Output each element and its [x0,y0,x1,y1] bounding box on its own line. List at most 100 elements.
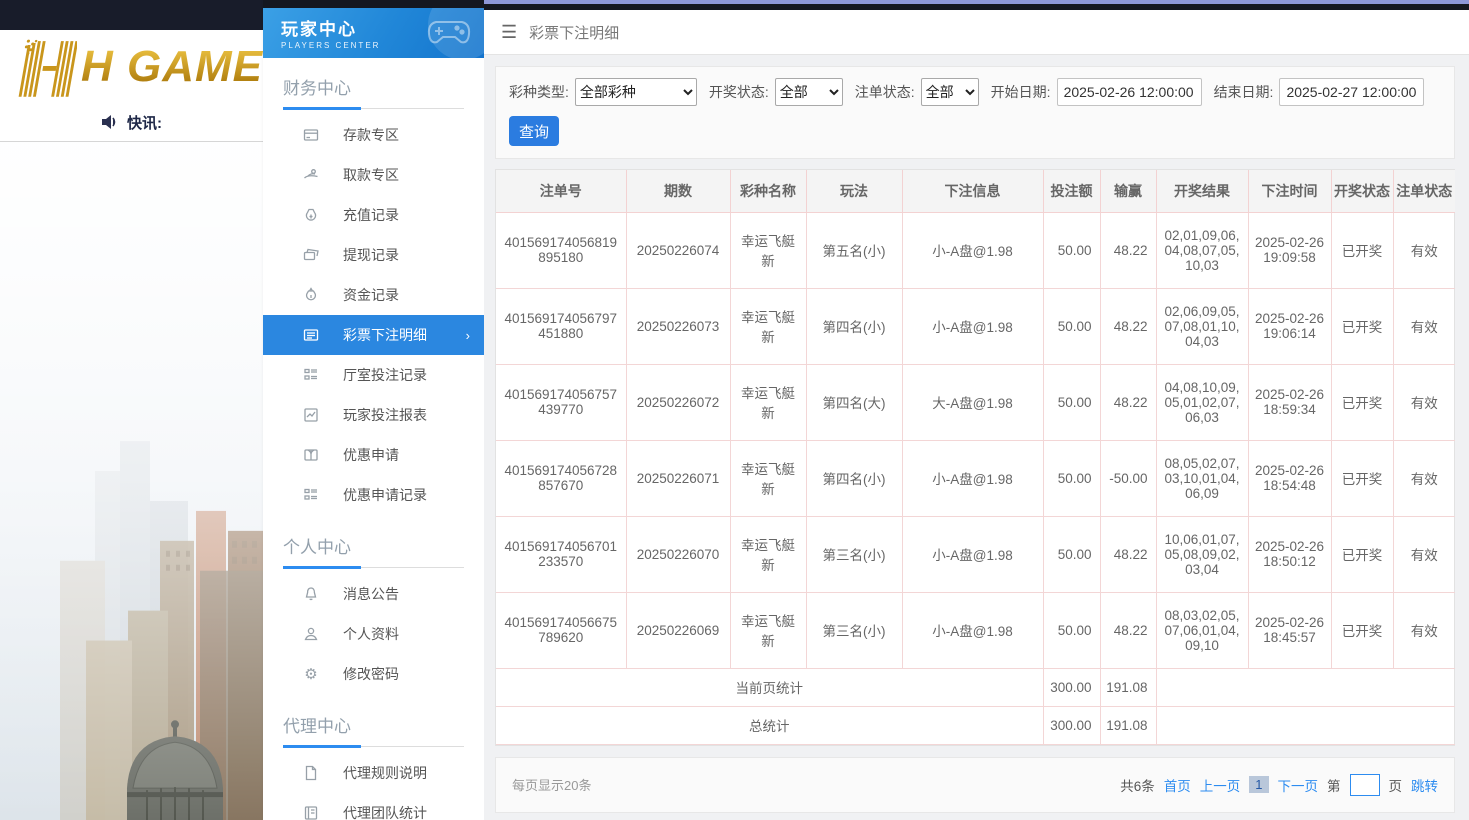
table-cell: 50.00 [1043,440,1100,516]
draw-status-select[interactable]: 全部 [775,78,843,106]
table-cell: 401569174056675789620 [496,592,626,668]
start-date-label: 开始日期: [991,82,1051,102]
document-icon [301,765,321,781]
table-header-cell: 开奖状态 [1331,170,1393,212]
table-cell: 401569174056701233570 [496,516,626,592]
gamepad-icon [426,14,472,48]
sidebar-top-strip [263,0,484,8]
background-cityscape-image [0,142,263,820]
table-cell: 已开奖 [1331,288,1393,364]
table-cell: 48.22 [1100,288,1156,364]
sidebar-item-label: 消息公告 [343,584,399,604]
promo-records-icon [301,487,321,503]
bet-details-icon [301,327,321,343]
moneybag-icon [301,207,321,223]
table-cell: 幸运飞艇新 [730,212,806,288]
goto-page-input[interactable] [1350,774,1380,796]
end-date-input[interactable] [1279,78,1424,106]
promo-icon [301,447,321,463]
next-page-link[interactable]: 下一页 [1278,775,1319,795]
table-cell: 幸运飞艇新 [730,516,806,592]
table-cell: 当前页统计 [496,668,1043,706]
end-date-label: 结束日期: [1214,82,1274,102]
table-cell: 20250226073 [626,288,730,364]
sidebar-item-announcements[interactable]: 消息公告 [263,574,484,614]
hall-records-icon [301,367,321,383]
table-header-cell: 开奖结果 [1156,170,1248,212]
sidebar-item-player-bet-report[interactable]: 玩家投注报表 [263,395,484,435]
deposit-card-icon [301,127,321,143]
table-cell: 191.08 [1100,706,1156,744]
sidebar-item-deposit[interactable]: 存款专区 [263,115,484,155]
sidebar-item-promo-apply-records[interactable]: 优惠申请记录 [263,475,484,515]
start-date-input[interactable] [1057,78,1202,106]
current-page-badge: 1 [1249,776,1268,793]
cityscape-illustration [0,142,263,820]
filter-row: 彩种类型: 全部彩种 开奖状态: 全部 注单状态: 全部 开始日期: 结束日期: [509,78,1441,106]
order-status-label: 注单状态: [855,82,915,102]
sidebar-item-label: 资金记录 [343,285,399,305]
table-row: 40156917405670123357020250226070幸运飞艇新第三名… [496,516,1455,592]
personal-menu: 消息公告 个人资料 ⚙ 修改密码 [263,568,484,696]
table-cell: 2025-02-26 19:09:58 [1248,212,1331,288]
lottery-type-label: 彩种类型: [509,82,569,102]
agent-menu: 代理规则说明 代理团队统计 [263,747,484,820]
table-cell: 已开奖 [1331,516,1393,592]
table-cell: 幸运飞艇新 [730,440,806,516]
sidebar-item-change-password[interactable]: ⚙ 修改密码 [263,654,484,694]
first-page-link[interactable]: 首页 [1164,775,1191,795]
table-cell: 小-A盘@1.98 [902,516,1043,592]
table-cell: 2025-02-26 19:06:14 [1248,288,1331,364]
table-header-cell: 彩种名称 [730,170,806,212]
table-cell: 401569174056797451880 [496,288,626,364]
sidebar-item-recharge-records[interactable]: 充值记录 [263,195,484,235]
lottery-type-select[interactable]: 全部彩种 [575,78,697,106]
table-cell: 已开奖 [1331,212,1393,288]
sidebar-item-agent-team-stats[interactable]: 代理团队统计 [263,793,484,820]
table-cell: 08,03,02,05,07,06,01,04,09,10 [1156,592,1248,668]
table-cell: 48.22 [1100,592,1156,668]
chevron-right-icon: › [466,328,470,343]
sidebar-item-withdraw[interactable]: 取款专区 [263,155,484,195]
sidebar-item-lottery-bet-details[interactable]: 彩票下注明细 › [263,315,484,355]
table-cell: 20250226071 [626,440,730,516]
order-status-select[interactable]: 全部 [921,78,979,106]
page-size-text: 每页显示20条 [512,775,591,794]
sidebar-item-agent-rules[interactable]: 代理规则说明 [263,753,484,793]
table-cell: 20250226070 [626,516,730,592]
table-header-cell: 下注时间 [1248,170,1331,212]
table-row: 40156917405675743977020250226072幸运飞艇新第四名… [496,364,1455,440]
sidebar-item-profile[interactable]: 个人资料 [263,614,484,654]
search-button[interactable]: 查询 [509,116,559,146]
table-cell: 50.00 [1043,288,1100,364]
bet-table: 注单号期数彩种名称玩法下注信息投注额输赢开奖结果下注时间开奖状态注单状态 401… [496,170,1455,745]
table-cell: 50.00 [1043,592,1100,668]
table-cell: 有效 [1393,592,1455,668]
table-cell: 48.22 [1100,212,1156,288]
bell-icon [301,586,321,602]
prev-page-link[interactable]: 上一页 [1200,775,1241,795]
table-cell: 10,06,01,07,05,08,09,02,03,04 [1156,516,1248,592]
table-cell: 有效 [1393,516,1455,592]
speaker-icon [101,114,119,130]
sidebar-item-hall-bet-records[interactable]: 厅室投注记录 [263,355,484,395]
hamburger-icon[interactable]: ☰ [501,22,517,43]
sidebar-item-label: 厅室投注记录 [343,365,427,385]
table-cell: 大-A盘@1.98 [902,364,1043,440]
sidebar-item-promo-apply[interactable]: 优惠申请 [263,435,484,475]
table-cell: -50.00 [1100,440,1156,516]
goto-button[interactable]: 跳转 [1411,775,1438,795]
sidebar-item-withdraw-records[interactable]: 提现记录 [263,235,484,275]
table-cell: 2025-02-26 18:50:12 [1248,516,1331,592]
withdraw-hand-icon [301,167,321,183]
sidebar-item-label: 代理团队统计 [343,803,427,820]
draw-status-label: 开奖状态: [709,82,769,102]
table-header-cell: 投注额 [1043,170,1100,212]
table-cell: 50.00 [1043,212,1100,288]
sidebar-item-label: 彩票下注明细 [343,325,427,345]
gear-icon: ⚙ [301,665,321,683]
main-content: ☰ 彩票下注明细 彩种类型: 全部彩种 开奖状态: 全部 注单状态: 全部 开始… [484,0,1469,820]
table-cell: 幸运飞艇新 [730,288,806,364]
sidebar-item-funds-records[interactable]: 资金记录 [263,275,484,315]
section-title-finance: 财务中心 [283,74,464,109]
